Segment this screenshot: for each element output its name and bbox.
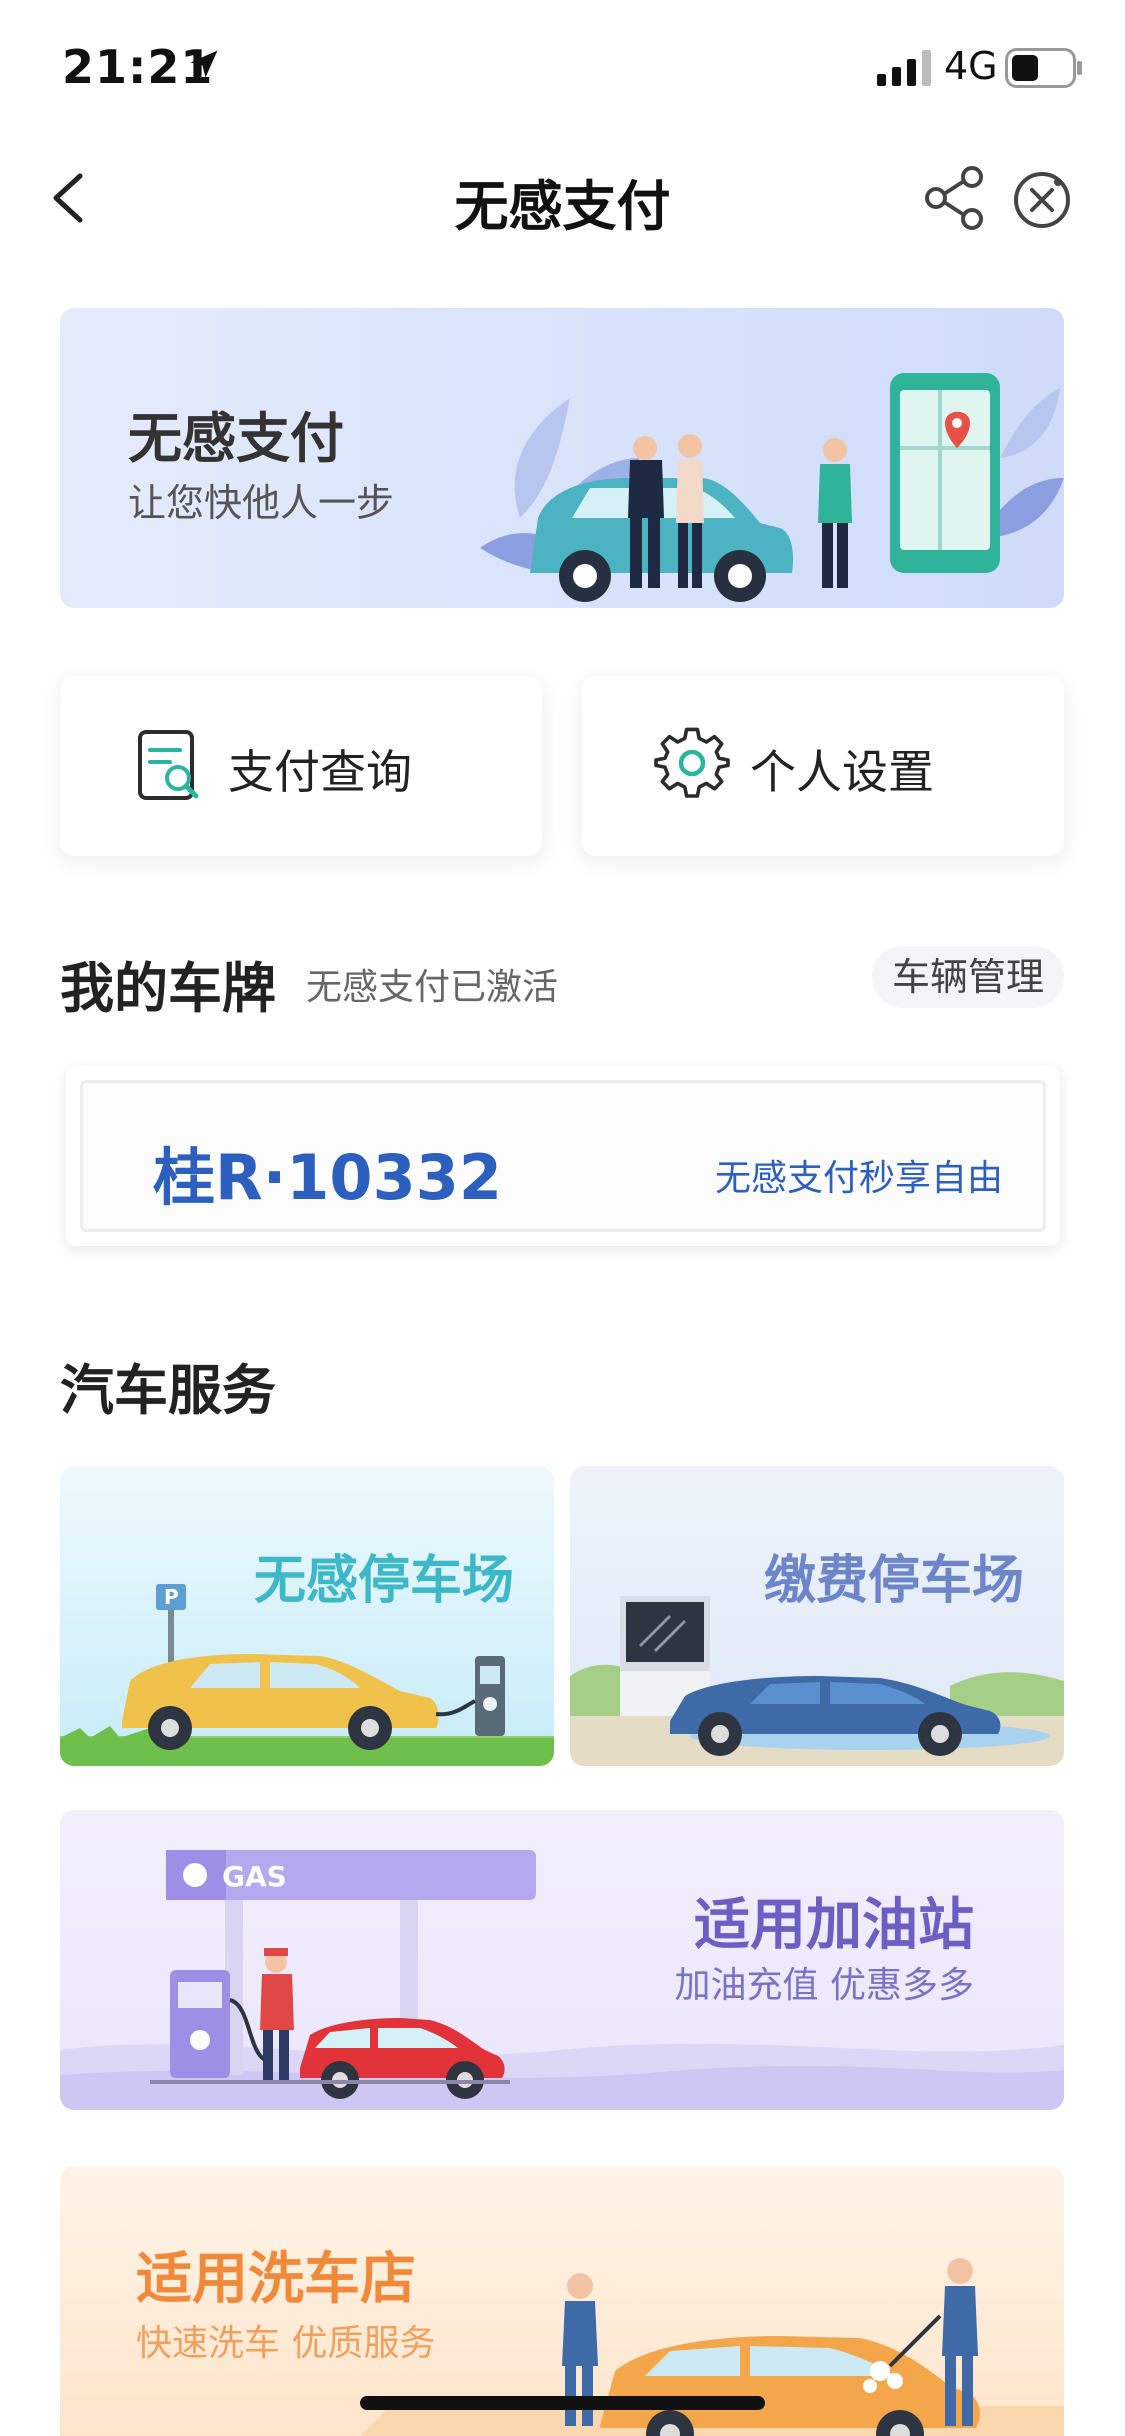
gas-station-title: 适用加油站	[694, 1893, 974, 1958]
payment-query-label: 支付查询	[228, 745, 412, 799]
promo-banner[interactable]: 无感支付 让您快他人一步	[60, 308, 1064, 608]
paid-parking-label: 缴费停车场	[763, 1551, 1024, 1611]
car-services-title: 汽车服务	[60, 1359, 276, 1422]
car-wash-title: 适用洗车店	[136, 2247, 416, 2312]
banner-title: 无感支付	[128, 407, 344, 470]
nav-bar: 无感支付	[0, 132, 1125, 262]
smart-parking-label: 无感停车场	[253, 1551, 514, 1611]
signal-icon	[877, 50, 931, 86]
home-indicator[interactable]	[360, 2396, 765, 2410]
status-bar: 21:21 4G	[0, 0, 1125, 132]
search-document-icon	[138, 730, 199, 800]
car-wash-subtitle: 快速洗车 优质服务	[136, 2323, 436, 2364]
plate-slogan: 无感支付秒享自由	[714, 1158, 1003, 1199]
svg-text:P: P	[164, 1585, 179, 1609]
gear-icon	[654, 727, 730, 798]
banner-illustration	[480, 373, 1064, 602]
paid-parking-card[interactable]: 缴费停车场	[570, 1466, 1064, 1766]
close-icon[interactable]	[1012, 170, 1072, 230]
battery-icon	[1005, 48, 1082, 88]
gas-sign-text: GAS	[222, 1860, 287, 1893]
smart-parking-card[interactable]: P 无感停车场	[60, 1466, 554, 1766]
location-arrow-icon	[190, 50, 218, 78]
plate-inner-frame: 桂R·10332 无感支付秒享自由	[80, 1080, 1046, 1232]
gas-station-subtitle: 加油充值 优惠多多	[674, 1965, 974, 2006]
gas-station-card[interactable]: GAS 适用加油站 加油充值 优惠多多	[60, 1810, 1064, 2110]
payment-query-button[interactable]: 支付查询	[60, 676, 542, 856]
plate-section-header: 我的车牌 无感支付已激活 车辆管理	[60, 936, 1064, 1020]
plate-status-text: 无感支付已激活	[306, 967, 559, 1008]
plate-section-title: 我的车牌	[60, 957, 276, 1020]
plate-number: 桂R·10332	[153, 1141, 502, 1214]
license-plate-card[interactable]: 桂R·10332 无感支付秒享自由	[66, 1066, 1060, 1246]
personal-settings-button[interactable]: 个人设置	[582, 676, 1064, 856]
paid-parking-illustration	[570, 1596, 1064, 1766]
network-type: 4G	[944, 44, 998, 88]
parking-charging-illustration: P	[60, 1584, 554, 1766]
banner-subtitle: 让您快他人一步	[128, 481, 395, 525]
personal-settings-label: 个人设置	[750, 745, 934, 799]
vehicle-management-button[interactable]: 车辆管理	[871, 946, 1064, 1008]
share-icon[interactable]	[922, 165, 988, 231]
